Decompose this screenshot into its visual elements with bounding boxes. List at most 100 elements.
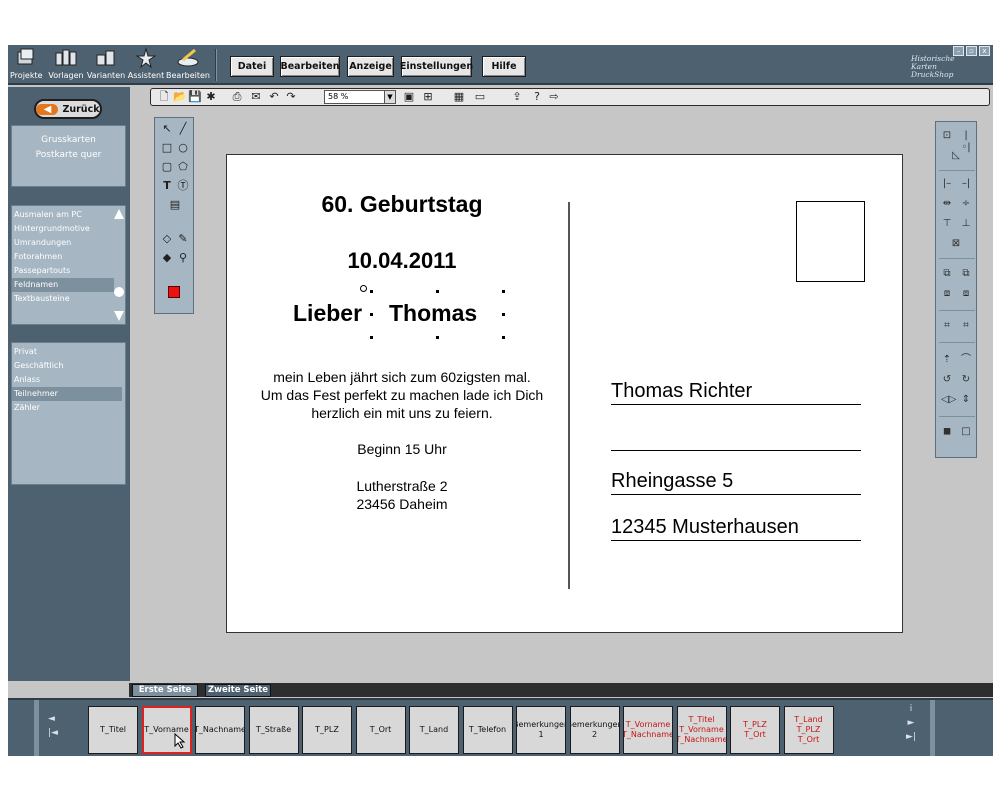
align-center-h-icon[interactable]: ⊡	[941, 130, 953, 142]
templates-button[interactable]: Vorlagen	[46, 47, 86, 83]
selection-handle[interactable]	[370, 290, 373, 293]
menu-anzeige[interactable]: Anzeige	[347, 56, 394, 77]
restore-icon[interactable]: ▫	[966, 46, 977, 56]
text-frame-tool-icon[interactable]: Ⓣ	[176, 179, 190, 193]
card-greeting[interactable]: Lieber	[293, 300, 362, 327]
selection-handle[interactable]	[502, 336, 505, 339]
rounded-rect-tool-icon[interactable]: ▢	[160, 160, 174, 174]
polygon-tool-icon[interactable]: ⬠	[176, 160, 190, 174]
category-item[interactable]: Postkarte quer	[12, 150, 125, 160]
scroll-last-icon[interactable]: ►|	[906, 730, 916, 744]
category-item[interactable]: Grusskarten	[12, 135, 125, 145]
line-tool-icon[interactable]: ╱	[176, 122, 190, 136]
field-button[interactable]: T_Titel	[88, 706, 138, 754]
scroll-down-icon[interactable]	[114, 311, 124, 321]
menu-einstellungen[interactable]: Einstellungen	[400, 56, 473, 77]
stamp-box[interactable]	[796, 201, 865, 282]
select-arrow-icon[interactable]: ↖	[160, 122, 174, 136]
distribute-v-icon[interactable]: ÷	[960, 198, 972, 210]
back-button[interactable]: ◀ Zurück	[34, 99, 102, 119]
recipient-street[interactable]: Rheingasse 5	[611, 470, 861, 495]
align-bottom-icon[interactable]: ⊥	[960, 218, 972, 230]
grid-icon[interactable]: ⊞	[422, 91, 434, 103]
edit-button[interactable]: Bearbeiten	[166, 47, 210, 83]
field-button[interactable]: Bemerkungen 1	[516, 706, 566, 754]
import-image-icon[interactable]: ✱	[205, 91, 217, 103]
field-button[interactable]: T_Land T_PLZ T_Ort	[783, 706, 834, 754]
rectangle-tool-icon[interactable]: □	[160, 141, 174, 155]
field-button[interactable]: T_PLZ	[302, 706, 352, 754]
scroll-thumb[interactable]	[114, 287, 124, 297]
move-up-icon[interactable]: ⇡	[941, 354, 953, 366]
chevron-down-icon[interactable]: ▼	[384, 91, 395, 103]
menu-hilfe[interactable]: Hilfe	[482, 56, 526, 77]
list-item[interactable]: Feldnamen	[12, 278, 114, 292]
selection-handle[interactable]	[502, 313, 505, 316]
field-button[interactable]: T_Land	[409, 706, 459, 754]
zoom-icon[interactable]: ⚲	[176, 251, 190, 265]
print-icon[interactable]: ⎙	[231, 91, 243, 103]
page-setup-icon[interactable]: ▣	[403, 91, 415, 103]
save-icon[interactable]: 💾	[188, 91, 202, 103]
align-right-icon[interactable]: –|	[960, 178, 972, 190]
field-button[interactable]: T_Nachname	[195, 706, 245, 754]
card-sender-city[interactable]: 23456 Daheim	[242, 496, 562, 512]
rotate-left-icon[interactable]: ↺	[941, 374, 953, 386]
help-icon[interactable]: ?	[531, 91, 543, 103]
rotate-right-icon[interactable]: ↻	[960, 374, 972, 386]
tab-second-page[interactable]: Zweite Seite	[205, 684, 271, 697]
wizard-button[interactable]: Assistent	[126, 47, 166, 83]
undo-icon[interactable]: ↶	[268, 91, 280, 103]
shadow-icon[interactable]: ◼	[941, 426, 953, 438]
card-name-field[interactable]: Thomas	[389, 300, 477, 327]
card-begin-time[interactable]: Beginn 15 Uhr	[242, 441, 562, 457]
card-title[interactable]: 60. Geburtstag	[302, 191, 502, 218]
eraser-icon[interactable]: ◇	[160, 232, 174, 246]
bring-front-icon[interactable]: ⧉	[941, 268, 953, 280]
redo-icon[interactable]: ↷	[285, 91, 297, 103]
list-item[interactable]: Ausmalen am PC	[12, 208, 114, 222]
list-item[interactable]: Geschäftlich	[12, 359, 122, 373]
open-folder-icon[interactable]: 📂	[173, 91, 187, 103]
minimize-icon[interactable]: –	[953, 46, 964, 56]
table-tool-icon[interactable]: ▤	[168, 198, 182, 212]
new-document-icon[interactable]: 🗋	[158, 91, 170, 103]
card-body-line[interactable]: Um das Fest perfekt zu machen lade ich D…	[242, 387, 562, 403]
list-item[interactable]: Zähler	[12, 401, 122, 415]
recipient-line2[interactable]	[611, 426, 861, 451]
export-icon[interactable]: ⇪	[511, 91, 523, 103]
fit-page-icon[interactable]: ⊠	[950, 238, 962, 250]
arc-icon[interactable]: ⌒	[960, 354, 972, 366]
selection-handle[interactable]	[436, 336, 439, 339]
resize-icon[interactable]: ◺	[950, 150, 962, 162]
info-icon[interactable]: ⇨	[548, 91, 560, 103]
recipient-city[interactable]: 12345 Musterhausen	[611, 516, 861, 541]
selection-handle[interactable]	[436, 290, 439, 293]
field-button[interactable]: T_PLZ T_Ort	[730, 706, 780, 754]
color-swatch[interactable]	[168, 286, 180, 298]
postcard-canvas[interactable]: 60. Geburtstag 10.04.2011 Lieber Thomas …	[226, 154, 903, 633]
pipette-icon[interactable]: ✎	[176, 232, 190, 246]
list-item[interactable]: Fotorahmen	[12, 250, 114, 264]
rotation-handle[interactable]	[360, 285, 367, 292]
align-left-icon[interactable]: |–	[941, 178, 953, 190]
menu-bearbeiten[interactable]: Bearbeiten	[280, 56, 340, 77]
ungroup-icon[interactable]: ⧈	[960, 288, 972, 300]
selection-handle[interactable]	[370, 313, 373, 316]
scroll-first-icon[interactable]: |◄	[48, 726, 58, 740]
card-body-line[interactable]: herzlich ein mit uns zu feiern.	[242, 405, 562, 421]
field-button[interactable]: Bemerkungen 2	[569, 706, 620, 754]
mail-icon[interactable]: ✉	[250, 91, 262, 103]
field-button[interactable]: T_Telefon	[462, 706, 513, 754]
scroll-up-icon[interactable]	[114, 209, 124, 219]
distribute-h-icon[interactable]: ⇹	[941, 198, 953, 210]
scroll-left-icon[interactable]: ◄	[48, 712, 58, 726]
align-width-icon[interactable]: |◦|	[960, 130, 972, 153]
list-item[interactable]: Teilnehmer	[12, 387, 122, 401]
selection-handle[interactable]	[370, 336, 373, 339]
ellipse-tool-icon[interactable]: ○	[176, 141, 190, 155]
flip-h-icon[interactable]: ◁▷	[941, 394, 956, 406]
group-icon[interactable]: ⧈	[941, 288, 953, 300]
list-item[interactable]: Anlass	[12, 373, 122, 387]
field-button[interactable]: T_Titel T_Vorname T_Nachname	[676, 706, 727, 754]
